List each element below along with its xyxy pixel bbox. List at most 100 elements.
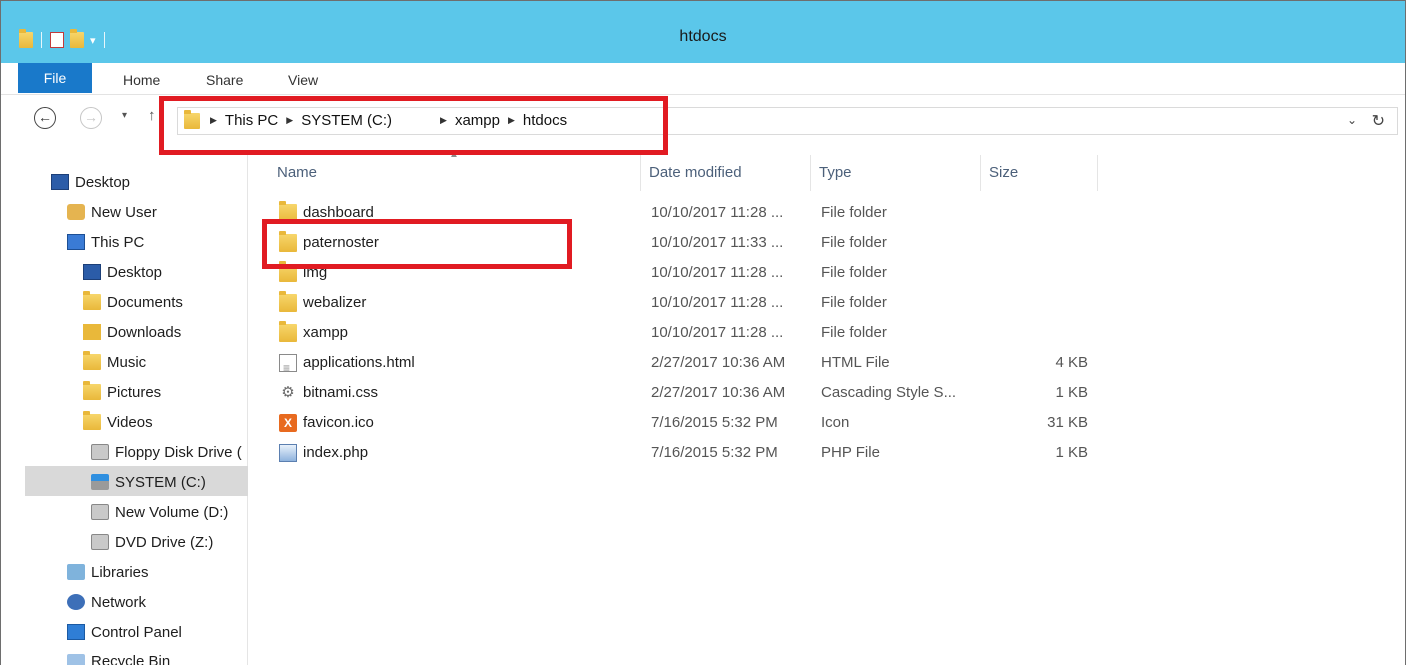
sidebar-item-pictures[interactable]: Pictures: [83, 377, 161, 407]
explorer-window: ▾ htdocs File Home Share View ← → ▾ ↑ ▶ …: [0, 0, 1406, 665]
file-date: 10/10/2017 11:33 ...: [651, 234, 784, 251]
file-row[interactable]: applications.html 2/27/2017 10:36 AM HTM…: [269, 348, 1098, 383]
file-date: 7/16/2015 5:32 PM: [651, 414, 778, 431]
window-title: htdocs: [679, 28, 727, 45]
pictures-icon: [83, 381, 101, 400]
system-drive-icon: [91, 474, 109, 490]
file-size: [991, 288, 1088, 318]
file-date: 7/16/2015 5:32 PM: [651, 444, 778, 461]
computer-icon: [67, 234, 85, 250]
tab-file[interactable]: File: [18, 63, 92, 93]
file-size: 1 KB: [1055, 444, 1088, 461]
file-row[interactable]: xampp 10/10/2017 11:28 ... File folder: [269, 318, 1098, 348]
file-name: xampp: [303, 324, 349, 341]
file-date: 2/27/2017 10:36 AM: [651, 384, 786, 401]
file-date: 10/10/2017 11:28 ...: [651, 264, 784, 281]
sidebar-item-dvd-drive-z[interactable]: DVD Drive (Z:): [91, 527, 213, 557]
sidebar-item-libraries[interactable]: Libraries: [67, 557, 149, 587]
css-file-icon: ⚙: [281, 384, 295, 401]
downloads-icon: [83, 324, 101, 340]
file-size: 31 KB: [1047, 414, 1088, 431]
drive-icon: [91, 504, 109, 520]
file-size: 4 KB: [1055, 354, 1088, 371]
tab-home[interactable]: Home: [123, 63, 160, 95]
file-type: Icon: [821, 414, 850, 431]
title-bar: ▾ htdocs: [1, 1, 1405, 63]
sidebar-item-control-panel[interactable]: Control Panel: [67, 617, 182, 647]
sidebar-item-label: Desktop: [107, 263, 163, 281]
dvd-drive-icon: [91, 534, 109, 550]
sidebar-item-this-pc[interactable]: This PC: [67, 227, 144, 257]
tab-share[interactable]: Share: [206, 63, 243, 95]
sidebar-item-label: DVD Drive (Z:): [115, 533, 214, 551]
recent-locations-icon[interactable]: ▾: [122, 110, 127, 121]
highlight-box-address: [159, 96, 668, 155]
column-header-date-modified[interactable]: Date modified: [641, 155, 811, 191]
documents-icon: [83, 291, 101, 310]
file-name: index.php: [303, 444, 369, 461]
file-row[interactable]: index.php 7/16/2015 5:32 PM PHP File 1 K…: [269, 438, 1098, 468]
php-file-icon: [279, 444, 297, 462]
sidebar-item-label: Control Panel: [91, 623, 182, 641]
folder-icon: [279, 291, 297, 312]
sidebar-item-new-volume-d[interactable]: New Volume (D:): [91, 497, 228, 527]
file-name: bitnami.css: [303, 384, 379, 401]
file-name: favicon.ico: [303, 414, 374, 431]
sidebar-item-videos[interactable]: Videos: [83, 407, 153, 437]
file-type: File folder: [821, 264, 887, 281]
sidebar-item-music[interactable]: Music: [83, 347, 146, 377]
file-type: File folder: [821, 234, 887, 251]
file-row[interactable]: webalizer 10/10/2017 11:28 ... File fold…: [269, 288, 1098, 318]
column-header-type[interactable]: Type: [811, 155, 981, 191]
file-type: File folder: [821, 204, 887, 221]
sidebar-item-label: Music: [107, 353, 147, 371]
sidebar-item-label: Downloads: [107, 323, 182, 341]
music-icon: [83, 351, 101, 370]
videos-icon: [83, 411, 101, 430]
navigation-pane: Desktop New User This PC Desktop Documen…: [1, 151, 248, 665]
refresh-icon[interactable]: ↻: [1372, 111, 1385, 131]
sidebar-item-label: New User: [91, 203, 157, 221]
control-panel-icon: [67, 624, 85, 640]
back-arrow-icon[interactable]: ←: [34, 107, 56, 129]
file-size: [991, 228, 1088, 258]
sidebar-item-network[interactable]: Network: [67, 587, 146, 617]
sidebar-item-system-c[interactable]: SYSTEM (C:): [91, 467, 206, 497]
file-date: 10/10/2017 11:28 ...: [651, 294, 784, 311]
file-row[interactable]: ⚙ bitnami.css 2/27/2017 10:36 AM Cascadin…: [269, 378, 1098, 408]
up-arrow-icon[interactable]: ↑: [148, 107, 156, 124]
column-header-size[interactable]: Size: [981, 155, 1098, 191]
file-type: Cascading Style S...: [821, 384, 957, 401]
tab-view[interactable]: View: [288, 63, 318, 95]
sidebar-item-label: Recycle Bin: [91, 653, 171, 665]
file-type: PHP File: [821, 444, 880, 461]
file-date: 10/10/2017 11:28 ...: [651, 324, 784, 341]
ribbon-tabs: File Home Share View: [1, 63, 1405, 95]
sidebar-item-downloads[interactable]: Downloads: [83, 317, 181, 347]
sidebar-item-floppy-drive[interactable]: Floppy Disk Drive (: [91, 437, 248, 467]
file-type: File folder: [821, 294, 887, 311]
forward-arrow-icon[interactable]: →: [80, 107, 102, 129]
sidebar-item-new-user[interactable]: New User: [67, 197, 157, 227]
sidebar-item-desktop-pc[interactable]: Desktop: [83, 257, 162, 287]
file-type: HTML File: [821, 354, 890, 371]
highlight-box-paternoster: [262, 219, 572, 269]
floppy-drive-icon: [91, 444, 109, 460]
libraries-icon: [67, 564, 85, 580]
sidebar-item-label: Floppy Disk Drive (: [115, 443, 242, 461]
sidebar-item-label: Network: [91, 593, 147, 611]
sidebar-item-documents[interactable]: Documents: [83, 287, 183, 317]
network-icon: [67, 594, 85, 610]
file-name: webalizer: [303, 294, 367, 311]
sidebar-item-desktop[interactable]: Desktop: [51, 167, 130, 197]
sidebar-item-label: This PC: [91, 233, 145, 251]
file-size: [991, 198, 1088, 228]
user-folder-icon: [67, 204, 85, 220]
file-size: [991, 318, 1088, 348]
sidebar-item-recycle-bin[interactable]: Recycle Bin: [67, 647, 170, 665]
chevron-down-icon[interactable]: ⌄: [1347, 113, 1357, 127]
column-header-name[interactable]: Name: [269, 155, 641, 191]
file-type: File folder: [821, 324, 887, 341]
desktop-icon: [51, 174, 69, 190]
file-row[interactable]: Xfavicon.ico 7/16/2015 5:32 PM Icon 31 K…: [269, 408, 1098, 438]
